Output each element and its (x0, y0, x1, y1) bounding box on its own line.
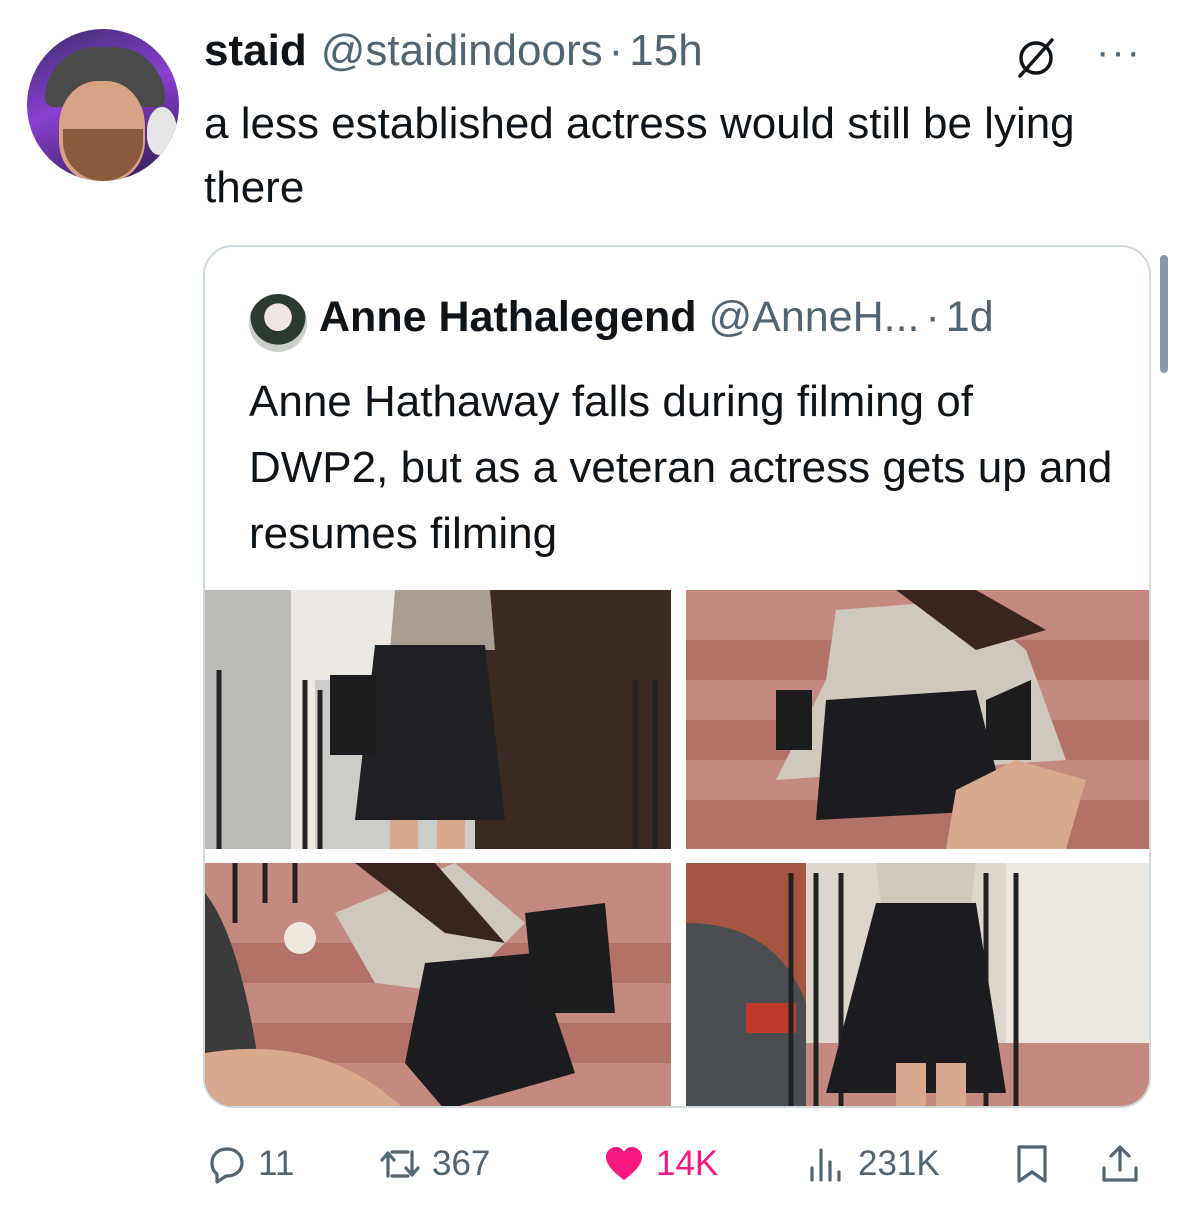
photo-1[interactable] (205, 590, 671, 849)
photo-resuming-icon (686, 863, 1149, 1106)
quoted-tweet[interactable]: Anne Hathalegend @AnneH... · 1d Anne Hat… (203, 245, 1151, 1108)
scrollbar[interactable] (1160, 255, 1168, 373)
photo-falling-icon (686, 590, 1149, 849)
author-name[interactable]: staid (204, 26, 307, 76)
tweet-text: a less established actress would still b… (204, 99, 1075, 212)
repost-count: 367 (432, 1144, 491, 1183)
reply-button[interactable]: 11 (204, 1136, 294, 1192)
reply-count: 11 (258, 1144, 295, 1183)
tweet-header: staid @staidindoors · 15h (204, 26, 703, 82)
views-icon (810, 1148, 841, 1182)
quoted-time[interactable]: 1d (946, 293, 994, 342)
no-sign-icon[interactable] (1012, 32, 1060, 80)
quoted-author-name[interactable]: Anne Hathalegend (319, 293, 697, 342)
quoted-text: Anne Hathaway falls during filming of DW… (249, 377, 1113, 558)
share-icon (1102, 1145, 1138, 1182)
bookmark-button[interactable] (1010, 1136, 1054, 1192)
share-button[interactable] (1098, 1136, 1142, 1192)
tweet-time[interactable]: 15h (629, 26, 702, 76)
quoted-separator: · (925, 293, 940, 341)
quoted-author-avatar[interactable] (249, 294, 307, 352)
quoted-author-handle[interactable]: @AnneH... (709, 293, 920, 342)
ellipsis-icon[interactable]: ··· (1096, 30, 1142, 75)
views-count: 231K (858, 1144, 940, 1183)
photo-getting-up-icon (205, 863, 671, 1106)
repost-icon (380, 1150, 420, 1178)
photo-2[interactable] (686, 590, 1149, 849)
views-button[interactable]: 231K (804, 1136, 940, 1192)
reply-icon (210, 1147, 244, 1184)
photo-walking-icon (205, 590, 671, 849)
photo-4[interactable] (686, 863, 1149, 1106)
action-bar: 11 367 14K 231K (200, 1136, 1150, 1192)
photo-grid (205, 590, 1149, 1106)
bookmark-icon (1017, 1145, 1047, 1183)
like-button[interactable]: 14K (602, 1136, 718, 1192)
like-count: 14K (656, 1144, 719, 1183)
author-handle[interactable]: @staidindoors (321, 26, 603, 76)
header-separator: · (608, 26, 624, 75)
repost-button[interactable]: 367 (378, 1136, 490, 1192)
photo-3[interactable] (205, 863, 671, 1106)
heart-icon (606, 1147, 642, 1180)
avatar-bird (147, 107, 177, 155)
author-avatar[interactable] (27, 29, 179, 181)
quoted-header: Anne Hathalegend @AnneH... · 1d (319, 293, 994, 342)
